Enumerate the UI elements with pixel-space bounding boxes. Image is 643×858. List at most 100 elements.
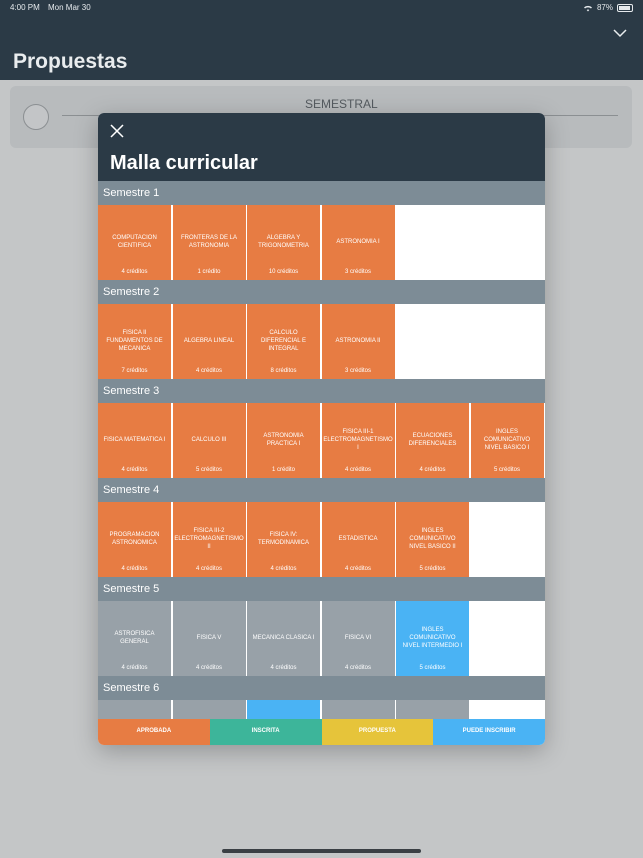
course-credits: 3 créditos [344, 269, 371, 275]
course-credits: 4 créditos [121, 269, 148, 275]
status-date: Mon Mar 30 [48, 3, 91, 12]
course-credits: 4 créditos [344, 566, 371, 572]
battery-icon [617, 3, 633, 12]
course-credits: 1 crédito [197, 269, 221, 275]
course-name: INGLES COMUNICATIVO NIVEL INTERMEDIO I [402, 627, 463, 649]
curriculum-grid[interactable]: Semestre 1 COMPUTACION CIENTIFICA 4 crédit… [98, 181, 545, 719]
course-name: FISICA MATEMATICA I [103, 437, 166, 444]
course-cell[interactable]: ASTROFISICA GENERAL 4 créditos [98, 601, 172, 676]
course-cell[interactable]: ESTADISTICA 4 créditos [321, 502, 396, 577]
semester-row: FISICA II FUNDAMENTOS DE MECANICA 7 crédi… [98, 304, 545, 379]
course-name: FISICA III-1 ELECTROMAGNETISMO I [323, 429, 393, 451]
course-cell[interactable]: ALGEBRA LINEAL 4 créditos [172, 304, 247, 379]
course-credits: 4 créditos [121, 467, 148, 473]
course-name: MECANICA CLASICA I [252, 635, 315, 642]
semester-row: PROGRAMACION ASTRONOMICA 4 créditos FISICA… [98, 502, 545, 577]
course-cell[interactable]: INGLES COMUNICATIVO NIVEL BASICO I 5 créd… [470, 403, 545, 478]
course-cell[interactable]: CALCULO DIFERENCIAL E INTEGRAL 8 créditos [247, 304, 321, 379]
course-name: ALGEBRA LINEAL [183, 338, 235, 345]
course-cell[interactable] [172, 700, 247, 719]
course-name: FISICA V [196, 635, 222, 642]
legend-item[interactable]: INSCRITA [209, 719, 322, 745]
status-time: 4:00 PM [10, 3, 40, 12]
course-cell[interactable]: FISICA V 4 créditos [172, 601, 247, 676]
course-cell[interactable]: ASTRONOMIA II 3 créditos [321, 304, 396, 379]
course-name: CALCULO DIFERENCIAL E INTEGRAL [260, 330, 307, 352]
course-name: ASTRONOMIA II [335, 338, 381, 345]
course-cell[interactable]: ASTRONOMIA PRACTICA I 1 crédito [247, 403, 321, 478]
semester-row: COMPUTACION CIENTIFICA 4 créditos FRONTERA… [98, 205, 545, 280]
course-cell[interactable]: FISICA MATEMATICA I 4 créditos [98, 403, 172, 478]
course-name: FISICA VI [344, 635, 372, 642]
course-credits: 4 créditos [121, 566, 148, 572]
course-name: ECUACIONES DIFERENCIALES [408, 433, 457, 447]
course-cell[interactable]: ALGEBRA Y TRIGONOMETRIA 10 créditos [247, 205, 321, 280]
course-cell[interactable]: INGLES COMUNICATIVO NIVEL INTERMEDIO I 5 … [396, 601, 470, 676]
segment-label: SEMESTRAL [305, 97, 378, 111]
course-credits: 4 créditos [344, 467, 371, 473]
course-cell[interactable]: FISICA III-2 ELECTROMAGNETISMO II 4 crédi… [172, 502, 247, 577]
semester-header: Semestre 1 [98, 181, 545, 205]
course-name: COMPUTACION CIENTIFICA [112, 235, 157, 249]
course-cell[interactable] [321, 700, 396, 719]
course-credits: 10 créditos [268, 269, 299, 275]
course-name: ASTRONOMIA I [336, 239, 380, 246]
course-credits: 5 créditos [195, 467, 222, 473]
battery-percent: 87% [596, 3, 613, 12]
course-credits: 7 créditos [121, 368, 148, 374]
app-header: Propuestas [0, 16, 643, 80]
course-credits: 8 créditos [270, 368, 297, 374]
course-credits: 4 créditos [195, 368, 222, 374]
course-cell[interactable]: INGLES COMUNICATIVO NIVEL BASICO II 5 cré… [396, 502, 470, 577]
modal-title: Malla curricular [110, 152, 258, 174]
legend-item[interactable]: PUEDE INSCRIBIR [433, 719, 545, 745]
course-name: CALCULO III [191, 437, 227, 444]
course-cell[interactable]: ECUACIONES DIFERENCIALES 4 créditos [396, 403, 470, 478]
curriculum-modal: Malla curricular Semestre 1 COMPUTACION C… [98, 113, 545, 745]
semester-row: FISICA MATEMATICA I 4 créditos CALCULO III… [98, 403, 545, 478]
semester-header: Semestre 4 [98, 478, 545, 502]
course-name: FISICA III-2 ELECTROMAGNETISMO II [174, 528, 244, 550]
radio-button[interactable] [23, 104, 49, 130]
status-right: 87% [583, 3, 633, 12]
modal-header: Malla curricular [98, 113, 545, 181]
course-credits: 4 créditos [195, 665, 222, 671]
course-credits: 4 créditos [419, 467, 446, 473]
course-name: ASTROFISICA GENERAL [114, 631, 155, 645]
course-credits: 4 créditos [195, 566, 222, 572]
home-indicator [222, 849, 421, 853]
course-cell[interactable]: CALCULO III 5 créditos [172, 403, 247, 478]
course-credits: 4 créditos [121, 665, 148, 671]
semester-row [98, 700, 545, 719]
course-cell[interactable] [98, 700, 172, 719]
course-cell[interactable]: COMPUTACION CIENTIFICA 4 créditos [98, 205, 172, 280]
course-cell[interactable]: FISICA IV: TERMODINAMICA 4 créditos [247, 502, 321, 577]
course-name: ASTRONOMIA PRACTICA I [263, 433, 304, 447]
course-name: PROGRAMACION ASTRONOMICA [109, 532, 160, 546]
course-cell[interactable]: FISICA III-1 ELECTROMAGNETISMO I 4 crédit… [321, 403, 396, 478]
course-credits: 3 créditos [344, 368, 371, 374]
course-cell[interactable]: PROGRAMACION ASTRONOMICA 4 créditos [98, 502, 172, 577]
course-name: FISICA II FUNDAMENTOS DE MECANICA [106, 330, 163, 352]
course-name: FISICA IV: TERMODINAMICA [258, 532, 309, 546]
legend-item[interactable]: PROPUESTA [321, 719, 434, 745]
course-credits: 5 créditos [419, 665, 446, 671]
legend-item[interactable]: APROBADA [98, 719, 210, 745]
semester-header: Semestre 2 [98, 280, 545, 304]
course-cell[interactable]: FISICA II FUNDAMENTOS DE MECANICA 7 crédi… [98, 304, 172, 379]
close-icon[interactable] [109, 123, 125, 139]
course-name: ESTADISTICA [338, 536, 378, 543]
status-bar: 4:00 PM Mon Mar 30 87% [0, 0, 643, 16]
legend: APROBADA INSCRITA PROPUESTA PUEDE INSCRIBIR [98, 719, 545, 745]
course-name: ALGEBRA Y TRIGONOMETRIA [258, 235, 309, 249]
course-name: INGLES COMUNICATIVO NIVEL BASICO II [409, 528, 456, 550]
course-cell[interactable]: MECANICA CLASICA I 4 créditos [247, 601, 321, 676]
course-cell[interactable]: ASTRONOMIA I 3 créditos [321, 205, 396, 280]
page-title: Propuestas [13, 50, 128, 73]
chevron-down-icon[interactable] [613, 26, 627, 40]
wifi-icon [583, 5, 592, 11]
course-cell[interactable]: FISICA VI 4 créditos [321, 601, 396, 676]
course-cell[interactable] [247, 700, 321, 719]
course-cell[interactable] [396, 700, 470, 719]
course-cell[interactable]: FRONTERAS DE LA ASTRONOMIA 1 crédito [172, 205, 247, 280]
